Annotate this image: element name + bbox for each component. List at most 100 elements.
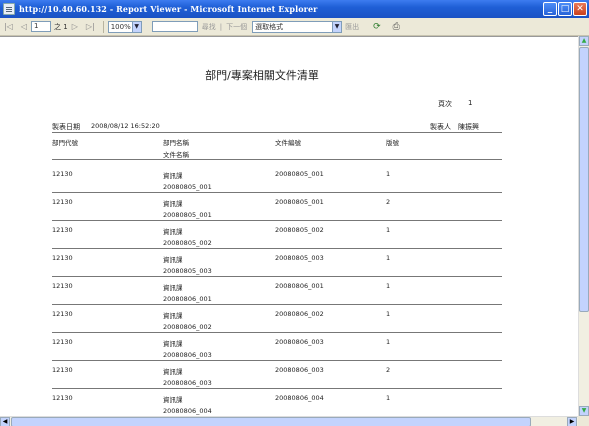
row-divider (52, 360, 502, 361)
next-link[interactable]: 下一個 (226, 22, 247, 32)
row-dept-name: 資訊課 (163, 172, 183, 180)
vertical-scroll-thumb[interactable] (579, 47, 589, 312)
header-dept-name: 部門名稱 (163, 139, 189, 147)
scroll-up-icon[interactable]: ▲ (579, 36, 589, 46)
row-doc-number: 20080806_003 (275, 366, 324, 374)
first-page-icon[interactable]: |◁ (4, 22, 13, 31)
row-doc-name: 20080805_001 (163, 183, 212, 191)
row-dept-code: 12130 (52, 254, 73, 262)
print-icon[interactable]: ⎙ (393, 22, 400, 32)
page-input[interactable]: 1 (31, 21, 52, 32)
date-label: 製表日期 (52, 123, 80, 131)
row-dept-name: 資訊課 (163, 228, 183, 236)
row-doc-number: 20080806_003 (275, 338, 324, 346)
row-divider (52, 304, 502, 305)
row-dept-code: 12130 (52, 338, 73, 346)
minimize-button[interactable]: _ (543, 2, 557, 16)
prev-page-icon[interactable]: ◁ (21, 22, 27, 31)
page-number: 1 (468, 99, 473, 107)
window-title: http://10.40.60.132 - Report Viewer - Mi… (19, 4, 318, 14)
format-value: 選取格式 (255, 22, 284, 31)
zoom-value: 100% (110, 22, 131, 31)
report-toolbar: |◁ ◁ 1 之 1 ▷ ▷| 100% ▼ 尋找 | 下一個 選取格式 ▼ 匯… (0, 18, 589, 36)
row-dept-name: 資訊課 (163, 340, 183, 348)
report-title: 部門/專案相關文件清單 (205, 69, 319, 82)
header-doc-number: 文件編號 (275, 139, 301, 147)
row-version: 1 (386, 282, 391, 290)
format-select[interactable]: 選取格式 ▼ (252, 20, 343, 33)
row-dept-code: 12130 (52, 198, 73, 206)
maker-label: 製表人 (430, 123, 451, 131)
title-bar: http://10.40.60.132 - Report Viewer - Mi… (0, 0, 589, 18)
row-version: 1 (386, 338, 391, 346)
header-dept-code: 部門代號 (52, 139, 78, 147)
maximize-button[interactable]: □ (558, 2, 572, 16)
chevron-down-icon: ▼ (332, 21, 342, 32)
toolbar-divider (102, 20, 104, 33)
scroll-left-icon[interactable]: ◀ (0, 417, 10, 426)
refresh-icon[interactable]: ⟳ (373, 22, 381, 32)
report-page: 部門/專案相關文件清單 頁次 1 製表日期 2008/08/12 16:52:2… (0, 36, 578, 416)
scrollbar-corner (578, 416, 589, 426)
close-button[interactable]: ✕ (573, 2, 587, 16)
date-value: 2008/08/12 16:52:20 (91, 122, 160, 130)
maker-value: 陳振興 (458, 123, 479, 131)
ie-page-icon (3, 3, 15, 15)
row-version: 1 (386, 170, 391, 178)
row-version: 1 (386, 394, 391, 402)
row-version: 1 (386, 310, 391, 318)
last-page-icon[interactable]: ▷| (86, 22, 95, 31)
row-divider (52, 220, 502, 221)
horizontal-scrollbar[interactable]: ◀ ▶ (0, 416, 589, 426)
find-link[interactable]: 尋找 (202, 22, 216, 32)
row-doc-name: 20080806_003 (163, 351, 212, 359)
scroll-right-icon[interactable]: ▶ (567, 417, 577, 426)
row-dept-name: 資訊課 (163, 312, 183, 320)
row-dept-code: 12130 (52, 282, 73, 290)
row-version: 1 (386, 254, 391, 262)
horizontal-scroll-thumb[interactable] (11, 417, 531, 426)
row-dept-name: 資訊課 (163, 200, 183, 208)
row-doc-number: 20080806_004 (275, 394, 324, 402)
row-dept-name: 資訊課 (163, 284, 183, 292)
row-doc-number: 20080805_001 (275, 170, 324, 178)
row-doc-number: 20080805_001 (275, 198, 324, 206)
zoom-select[interactable]: 100% ▼ (107, 20, 142, 33)
row-dept-code: 12130 (52, 366, 73, 374)
header-version: 版號 (386, 139, 399, 147)
toolbar-separator: | (219, 22, 223, 31)
row-doc-number: 20080805_003 (275, 254, 324, 262)
header-top-rule (52, 132, 502, 133)
row-divider (52, 192, 502, 193)
row-dept-name: 資訊課 (163, 368, 183, 376)
row-dept-code: 12130 (52, 170, 73, 178)
row-version: 2 (386, 366, 391, 374)
row-doc-number: 20080805_002 (275, 226, 324, 234)
vertical-scrollbar[interactable]: ▲ ▼ (578, 36, 589, 416)
header-bottom-rule (52, 159, 502, 160)
row-doc-number: 20080806_002 (275, 310, 324, 318)
row-doc-name: 20080806_004 (163, 407, 212, 415)
row-dept-code: 12130 (52, 226, 73, 234)
row-dept-code: 12130 (52, 310, 73, 318)
row-version: 1 (386, 226, 391, 234)
find-input[interactable] (151, 21, 198, 32)
row-dept-code: 12130 (52, 394, 73, 402)
row-doc-name: 20080806_001 (163, 295, 212, 303)
row-doc-name: 20080806_003 (163, 379, 212, 387)
row-divider (52, 248, 502, 249)
window-controls: _ □ ✕ (543, 2, 587, 16)
export-link[interactable]: 匯出 (345, 22, 359, 32)
row-doc-name: 20080806_002 (163, 323, 212, 331)
next-page-icon[interactable]: ▷ (72, 22, 78, 31)
row-doc-name: 20080805_001 (163, 211, 212, 219)
row-divider (52, 276, 502, 277)
row-doc-name: 20080805_002 (163, 239, 212, 247)
header-doc-name: 文件名稱 (163, 151, 189, 159)
row-version: 2 (386, 198, 391, 206)
row-divider (52, 332, 502, 333)
row-dept-name: 資訊課 (163, 396, 183, 404)
row-doc-number: 20080806_001 (275, 282, 324, 290)
scroll-down-icon[interactable]: ▼ (579, 406, 589, 416)
chevron-down-icon: ▼ (131, 21, 141, 32)
